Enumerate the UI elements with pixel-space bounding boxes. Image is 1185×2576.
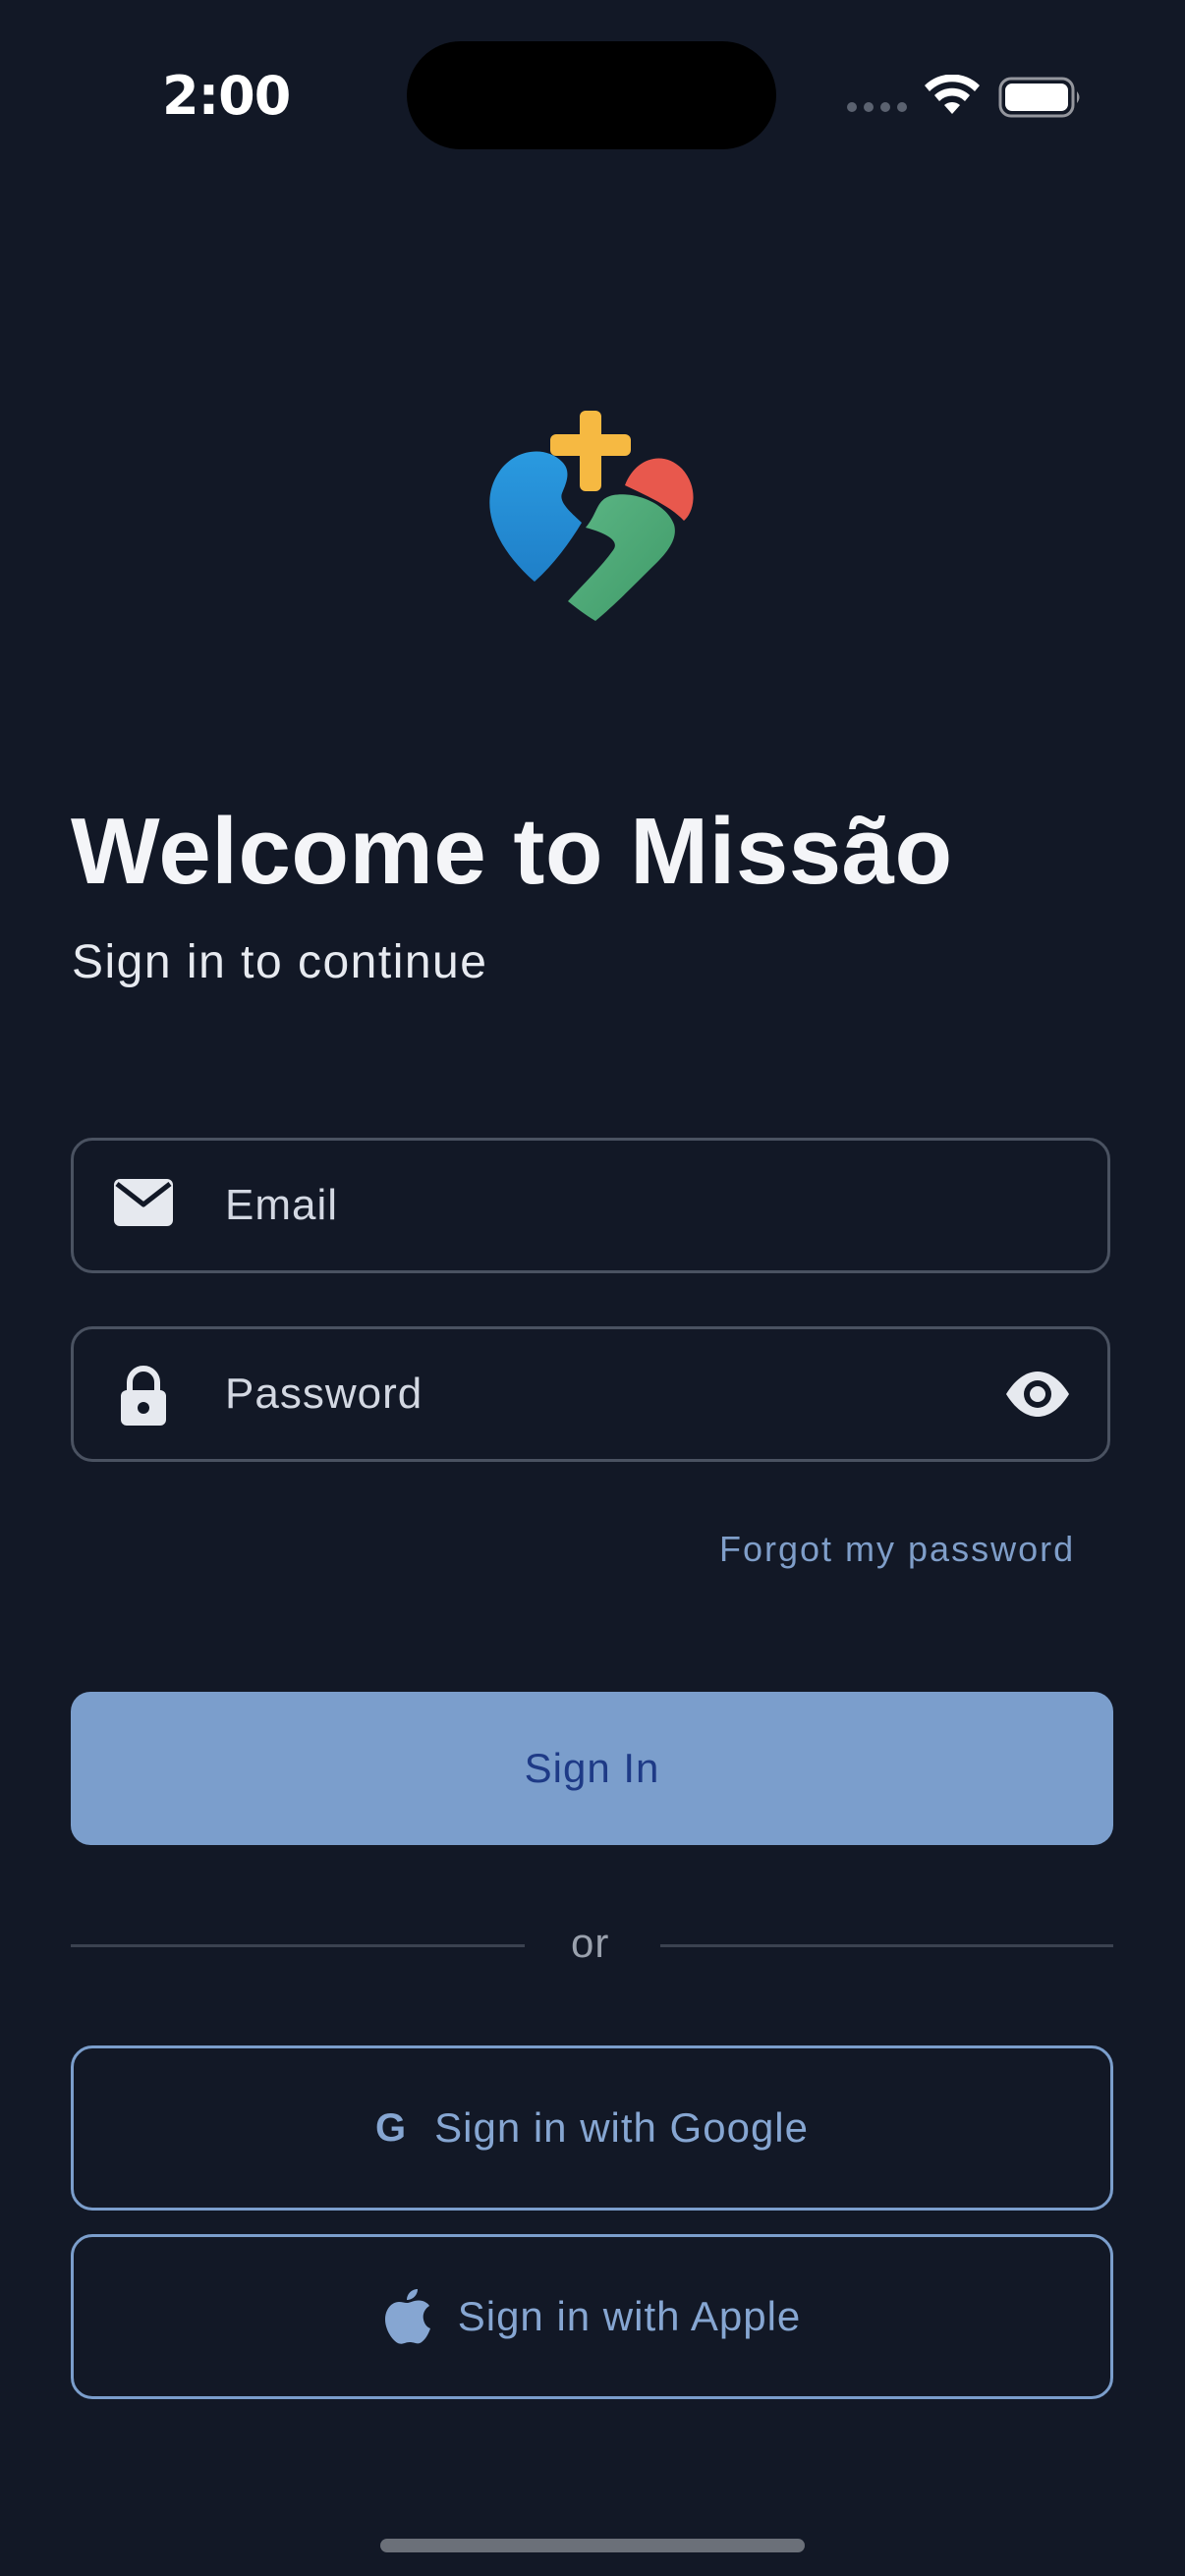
- email-field[interactable]: [71, 1138, 1110, 1273]
- wifi-icon: [925, 75, 980, 114]
- home-indicator[interactable]: [380, 2539, 805, 2552]
- eye-icon[interactable]: [1003, 1369, 1072, 1420]
- dynamic-island: [407, 41, 776, 149]
- page-title: Welcome to Missão: [71, 799, 953, 904]
- divider-label: or: [571, 1920, 610, 1966]
- status-time: 2:00: [162, 65, 291, 127]
- sign-in-google-button[interactable]: G Sign in with Google: [71, 2045, 1113, 2211]
- divider-line-left: [71, 1944, 525, 1947]
- google-icon: G: [374, 2105, 408, 2150]
- mail-icon: [114, 1179, 173, 1226]
- page-subtitle: Sign in to continue: [72, 936, 488, 988]
- sign-in-google-label: Sign in with Google: [434, 2104, 809, 2151]
- sign-in-apple-button[interactable]: Sign in with Apple: [71, 2234, 1113, 2399]
- app-logo: [489, 411, 694, 621]
- sign-in-apple-label: Sign in with Apple: [457, 2293, 802, 2339]
- password-input[interactable]: [225, 1329, 972, 1459]
- battery-icon: [998, 77, 1080, 118]
- forgot-password-link[interactable]: Forgot my password: [719, 1529, 1075, 1570]
- sign-in-button-label: Sign In: [524, 1745, 660, 1791]
- sign-in-button[interactable]: Sign In: [71, 1692, 1113, 1845]
- cellular-signal-icon: [847, 102, 907, 112]
- email-input[interactable]: [225, 1141, 972, 1270]
- divider-line-right: [660, 1944, 1113, 1947]
- apple-icon: [383, 2289, 430, 2344]
- lock-icon: [121, 1366, 166, 1426]
- password-field[interactable]: [71, 1326, 1110, 1462]
